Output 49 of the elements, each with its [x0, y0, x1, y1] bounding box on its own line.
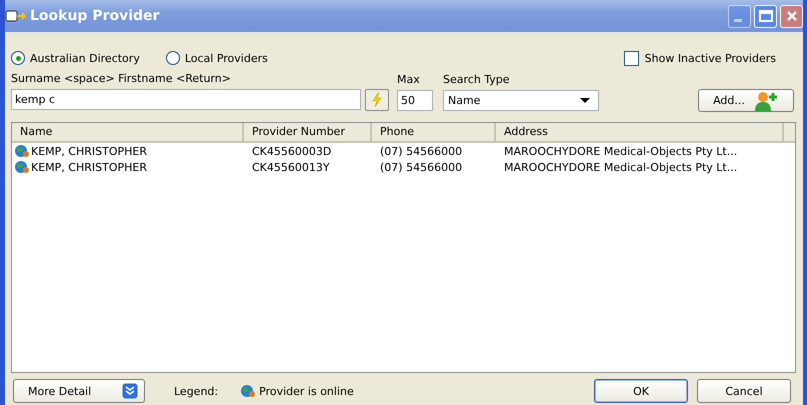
dropdown-arrow-icon	[580, 98, 590, 104]
minimize-icon	[734, 18, 742, 22]
close-icon	[786, 10, 798, 22]
add-button[interactable]: Add...	[698, 89, 794, 112]
field-label: Search Type	[443, 73, 511, 87]
more-detail-button[interactable]: More Detail	[13, 379, 145, 403]
table-cell: KEMP, CHRISTOPHER	[12, 159, 244, 175]
minimize-button[interactable]	[728, 4, 751, 28]
column-header[interactable]: Phone	[372, 123, 496, 141]
table-cell-text: MAROOCHYDORE Medical-Objects Pty Lt...	[503, 144, 738, 159]
dialog-button[interactable]: OK	[594, 379, 688, 403]
radio-button[interactable]	[166, 51, 180, 65]
radio-option[interactable]: Australian Directory	[11, 51, 140, 65]
chevron-down-icon	[122, 383, 138, 399]
radio-button[interactable]	[11, 51, 25, 65]
maximize-button[interactable]	[754, 4, 777, 28]
window-title: Lookup Provider	[30, 8, 160, 24]
table-cell: KEMP, CHRISTOPHER	[12, 143, 244, 159]
table-cell-text: MAROOCHYDORE Medical-Objects Pty Lt...	[503, 160, 738, 175]
legend-text: Provider is online	[259, 384, 354, 398]
field-label: Surname <space> Firstname <Return>	[11, 72, 232, 86]
maximize-icon	[758, 10, 772, 22]
search-field[interactable]: kemp c	[11, 89, 361, 110]
max-field[interactable]: 50	[397, 90, 433, 111]
table-cell-text: (07) 54566000	[379, 144, 464, 159]
column-header[interactable]: Name	[12, 123, 244, 141]
table-cell-text: (07) 54566000	[379, 160, 464, 175]
search-button[interactable]	[365, 89, 389, 111]
radio-label: Australian Directory	[30, 52, 140, 64]
column-header[interactable]: Provider Number	[244, 123, 372, 141]
globe-icon	[240, 384, 256, 398]
field-label: Max	[397, 73, 421, 87]
radio-label: Local Providers	[184, 52, 268, 64]
lightning-icon	[371, 92, 383, 108]
table-row[interactable]: KEMP, CHRISTOPHER CK45560003D (07) 54566000 MAROOCHYDORE Medical-Objects Pty Lt...	[12, 143, 795, 159]
radio-option[interactable]: Local Providers	[166, 51, 268, 65]
checkbox-option[interactable]: Show Inactive Providers	[624, 50, 776, 66]
table-cell-text: CK45560003D	[251, 144, 332, 159]
app-logo-icon	[5, 9, 27, 23]
column-header[interactable]: Address	[496, 123, 784, 141]
table-cell-text: CK45560013Y	[251, 160, 331, 175]
search-type-dropdown[interactable]: Name	[443, 90, 599, 111]
add-person-icon	[752, 90, 779, 110]
table-row[interactable]: KEMP, CHRISTOPHER CK45560013Y (07) 54566000 MAROOCHYDORE Medical-Objects Pty Lt...	[12, 159, 795, 175]
checkbox[interactable]	[624, 50, 639, 66]
checkbox-label: Show Inactive Providers	[644, 52, 776, 64]
dialog-button[interactable]: Cancel	[697, 379, 791, 403]
legend-label: Legend:	[174, 384, 218, 398]
close-button[interactable]	[780, 4, 803, 28]
